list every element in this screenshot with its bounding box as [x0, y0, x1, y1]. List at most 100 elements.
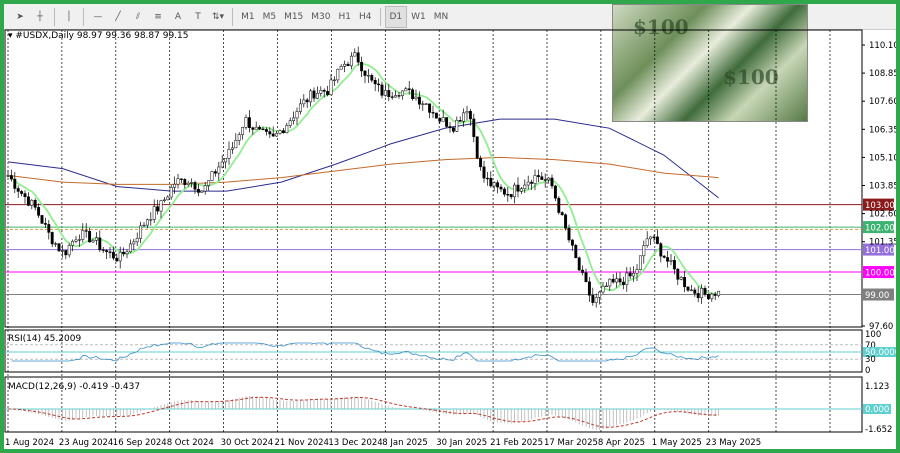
candle-body	[581, 269, 585, 273]
candle	[336, 68, 340, 84]
candle	[550, 174, 554, 189]
candle-body	[336, 68, 340, 81]
candle-body	[472, 118, 476, 137]
candle	[570, 239, 574, 251]
candle	[669, 254, 673, 266]
candle-body	[152, 206, 156, 220]
candle-body	[50, 232, 54, 245]
candle-body	[438, 117, 442, 122]
candle	[604, 282, 608, 288]
candle	[302, 94, 306, 108]
candle	[23, 190, 27, 204]
candle-body	[210, 171, 214, 181]
candle	[676, 268, 680, 286]
candle-body	[509, 194, 513, 198]
candle-body	[108, 251, 112, 253]
candle	[370, 73, 374, 83]
candle	[485, 172, 489, 186]
date-label: 13 Dec 2024	[328, 438, 382, 448]
candle	[373, 77, 377, 92]
candle-body	[482, 166, 486, 179]
rsi-axis-label: 100	[865, 330, 881, 340]
candle-body	[292, 117, 296, 121]
candle-body	[54, 243, 58, 245]
candle	[513, 182, 517, 204]
candle-body	[689, 289, 693, 291]
candle-body	[349, 55, 353, 67]
candle	[241, 126, 245, 140]
candle-body	[479, 157, 483, 168]
candle	[343, 60, 347, 73]
candle-body	[577, 257, 581, 271]
candle	[380, 81, 384, 99]
candle-body	[441, 117, 445, 122]
candle-body	[632, 273, 636, 277]
candle-body	[186, 182, 190, 185]
symbol-label: #USDX,Daily	[15, 31, 74, 41]
candle	[210, 170, 214, 182]
candle-body	[700, 288, 704, 299]
candle-body	[40, 215, 44, 224]
candle-body	[173, 183, 177, 188]
candle	[139, 221, 143, 244]
candle-body	[302, 99, 306, 105]
candle-body	[635, 269, 639, 274]
candle-body	[149, 219, 153, 221]
candle	[717, 290, 721, 298]
candle	[598, 290, 602, 305]
candle-body	[281, 130, 285, 133]
candle-body	[638, 255, 642, 270]
candle-body	[468, 111, 472, 120]
candle-body	[502, 188, 506, 195]
candle-body	[411, 89, 415, 100]
candle-body	[251, 127, 255, 130]
candle-body	[360, 61, 364, 72]
candle-body	[679, 277, 683, 280]
candle-body	[377, 83, 381, 86]
candle	[159, 199, 163, 219]
candle	[587, 277, 591, 302]
candle-body	[628, 272, 632, 277]
candle	[108, 246, 112, 259]
candle	[424, 103, 428, 105]
candle-body	[353, 52, 357, 57]
candle	[390, 92, 394, 100]
candle	[16, 185, 20, 198]
candle	[451, 126, 455, 134]
candle-body	[285, 125, 289, 133]
candle-body	[445, 117, 449, 127]
candle-body	[591, 295, 595, 303]
price-tick-label: 102.60	[869, 210, 896, 220]
candle-body	[234, 140, 238, 149]
candle	[224, 157, 228, 169]
candle	[482, 160, 486, 183]
candle	[9, 169, 13, 182]
candle-body	[465, 111, 469, 114]
candle-body	[513, 184, 517, 198]
candle	[509, 194, 513, 200]
candle	[101, 246, 105, 253]
candle-body	[655, 236, 659, 244]
candle-body	[662, 255, 666, 258]
candle-body	[570, 239, 574, 246]
rsi-label: RSI(14) 45.2009	[8, 334, 82, 344]
candle	[98, 230, 102, 252]
date-label: 1 May 2025	[652, 438, 702, 448]
candle	[615, 272, 619, 288]
candle	[421, 100, 425, 111]
candle-body	[132, 241, 136, 245]
candle	[540, 171, 544, 180]
candle-body	[496, 182, 500, 188]
chart-title: ▾ #USDX,Daily 98.97 99.36 98.87 99.15	[8, 31, 189, 41]
date-label: 23 Aug 2024	[59, 438, 113, 448]
candle-body	[295, 111, 299, 119]
candle	[230, 141, 234, 154]
candle-body	[139, 225, 143, 239]
candle	[686, 286, 690, 292]
candle-body	[64, 250, 68, 256]
candle	[285, 122, 289, 134]
candle	[149, 212, 153, 226]
candle-body	[659, 243, 663, 257]
candle-body	[703, 288, 707, 295]
candle-body	[271, 133, 275, 137]
